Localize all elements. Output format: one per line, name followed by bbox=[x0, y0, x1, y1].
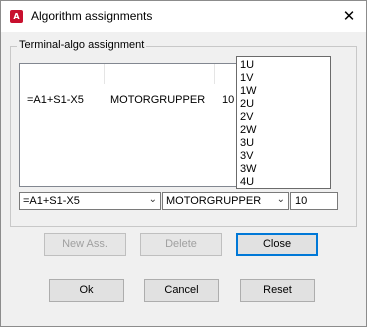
groupbox-label: Terminal-algo assignment bbox=[17, 39, 147, 51]
column-separator bbox=[214, 64, 215, 84]
dropdown-option[interactable]: 2U bbox=[240, 99, 254, 110]
new-ass-button[interactable]: New Ass. bbox=[44, 233, 126, 256]
chevron-down-icon[interactable]: ⌄ bbox=[277, 194, 285, 205]
dropdown-option[interactable]: 3V bbox=[240, 151, 253, 162]
dropdown-option[interactable]: 3U bbox=[240, 138, 254, 149]
close-icon[interactable]: ✕ bbox=[338, 5, 360, 27]
value-dropdown-list[interactable]: 1U 1V 1W 2U 2V 2W 3U 3V 3W 4U bbox=[236, 56, 331, 189]
close-button[interactable]: Close bbox=[236, 233, 318, 256]
dropdown-option[interactable]: 3W bbox=[240, 164, 257, 175]
dropdown-option[interactable]: 1U bbox=[240, 60, 254, 71]
app-icon: A bbox=[10, 10, 23, 23]
cancel-button[interactable]: Cancel bbox=[144, 279, 219, 302]
dropdown-scrollbar[interactable] bbox=[323, 57, 330, 188]
reset-button[interactable]: Reset bbox=[240, 279, 315, 302]
window-title: Algorithm assignments bbox=[31, 9, 153, 23]
ok-button[interactable]: Ok bbox=[49, 279, 124, 302]
group-combo[interactable]: MOTORGRUPPER ⌄ bbox=[162, 192, 289, 210]
list-cell-terminal[interactable]: =A1+S1-X5 bbox=[27, 94, 84, 106]
value-field[interactable]: 10 bbox=[290, 192, 338, 210]
list-cell-value[interactable]: 10 bbox=[222, 94, 234, 106]
terminal-combo-value: =A1+S1-X5 bbox=[23, 195, 80, 207]
dropdown-option[interactable]: 1W bbox=[240, 86, 257, 97]
dropdown-option[interactable]: 2W bbox=[240, 125, 257, 136]
dropdown-option[interactable]: 1V bbox=[240, 73, 253, 84]
title-bar: A Algorithm assignments ✕ bbox=[1, 1, 366, 32]
value-field-text: 10 bbox=[295, 195, 308, 207]
column-separator bbox=[104, 64, 105, 84]
chevron-down-icon[interactable]: ⌄ bbox=[149, 194, 157, 205]
terminal-combo[interactable]: =A1+S1-X5 ⌄ bbox=[19, 192, 161, 210]
dropdown-option[interactable]: 2V bbox=[240, 112, 253, 123]
delete-button[interactable]: Delete bbox=[140, 233, 222, 256]
dropdown-option[interactable]: 4U bbox=[240, 177, 254, 188]
group-combo-value: MOTORGRUPPER bbox=[166, 195, 262, 207]
list-cell-group[interactable]: MOTORGRUPPER bbox=[110, 94, 205, 106]
